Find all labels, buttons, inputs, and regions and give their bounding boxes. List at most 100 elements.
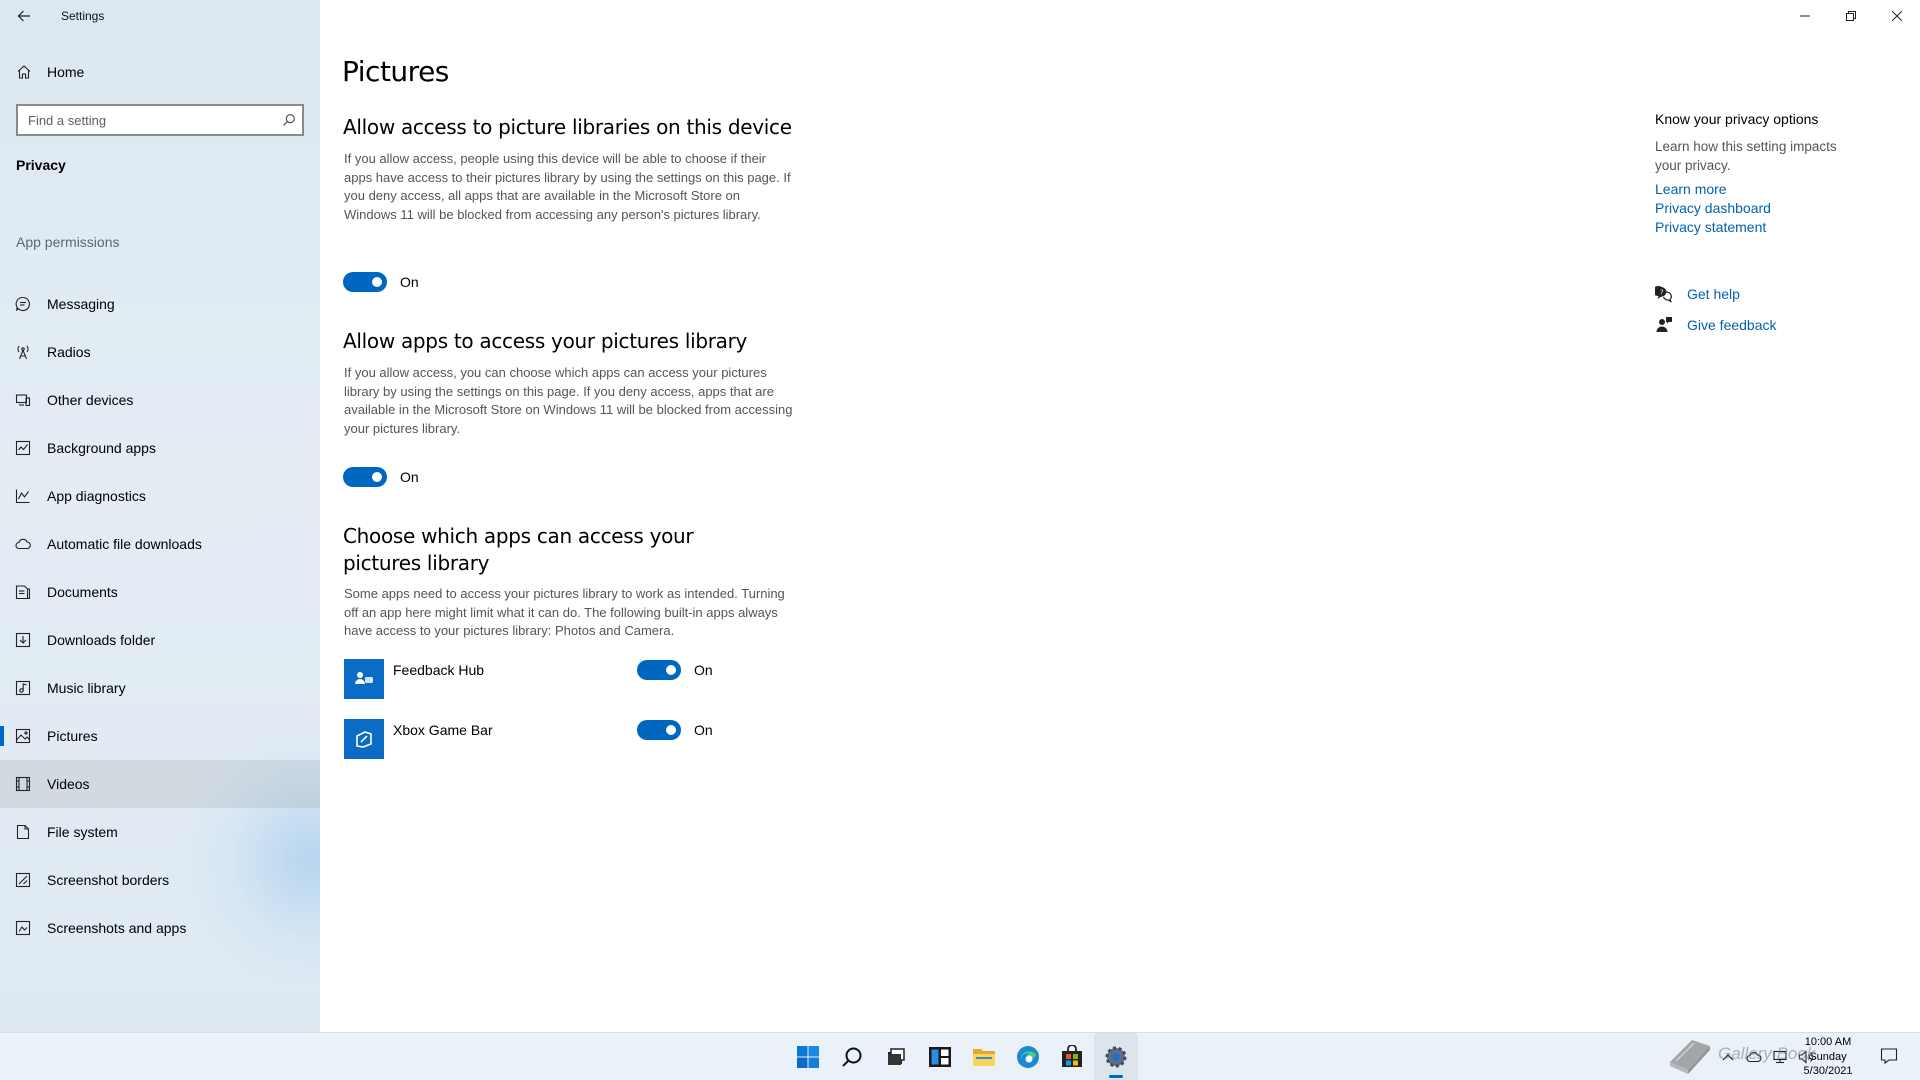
taskbar-apps (786, 1033, 1138, 1080)
home-icon (17, 65, 31, 79)
page-title: Pictures (342, 55, 449, 88)
feedback-hub-icon (355, 672, 373, 684)
sidebar-item-videos[interactable]: Videos (0, 760, 320, 808)
home-label: Home (47, 64, 85, 80)
sidebar-item-messaging[interactable]: Messaging (0, 280, 320, 328)
toggle-knob (666, 665, 676, 675)
back-arrow-icon (17, 10, 30, 22)
toggle-knob (666, 725, 676, 735)
task-view-icon (888, 1048, 905, 1065)
cloud-icon (1746, 1052, 1762, 1063)
onedrive-tray-button[interactable] (1746, 1049, 1762, 1065)
sidebar-item-music-library[interactable]: Music library (0, 664, 320, 712)
sidebar-item-label: Downloads folder (47, 632, 156, 648)
minimize-icon (1800, 15, 1810, 17)
network-tray-button[interactable] (1772, 1049, 1788, 1065)
screenshot-border-icon (15, 872, 31, 888)
section-heading-apps-access: Allow apps to access your pictures libra… (343, 329, 748, 353)
sidebar-item-automatic-file-downloads[interactable]: Automatic file downloads (0, 520, 320, 568)
sidebar-item-label: Videos (47, 776, 90, 792)
title-bar: Settings (0, 0, 1920, 32)
device-access-toggle[interactable] (343, 272, 387, 292)
taskbar-store-button[interactable] (1050, 1033, 1094, 1080)
sidebar-item-label: App diagnostics (47, 488, 146, 504)
window-controls (1782, 0, 1920, 32)
taskbar-task-view-button[interactable] (874, 1033, 918, 1080)
device-access-toggle-state: On (400, 274, 419, 290)
apps-access-toggle[interactable] (343, 467, 387, 487)
app-title: Settings (61, 9, 105, 23)
taskbar-widgets-button[interactable] (918, 1033, 962, 1080)
give-feedback-icon (1656, 317, 1672, 332)
feedback-hub-tile (344, 659, 384, 699)
widgets-icon (929, 1047, 951, 1067)
search-input[interactable] (28, 111, 268, 129)
group-label: App permissions (16, 234, 120, 250)
sidebar-item-screenshots-and-apps[interactable]: Screenshots and apps (0, 904, 320, 952)
search-icon (283, 114, 295, 126)
search-box[interactable] (16, 104, 304, 136)
sidebar-item-label: Documents (47, 584, 118, 600)
cloud-download-icon (15, 538, 31, 550)
close-icon (1892, 11, 1902, 21)
xbox-game-bar-tile (344, 719, 384, 759)
store-icon (1062, 1045, 1082, 1067)
sidebar-item-label: Automatic file downloads (47, 536, 202, 552)
taskbar-clock[interactable]: 10:00 AM Sunday 5/30/2021 (1796, 1035, 1860, 1079)
svg-text:?: ? (1660, 289, 1664, 297)
screenshot-apps-icon (15, 920, 31, 936)
get-help-icon: ? (1655, 286, 1672, 303)
taskbar-settings-button[interactable] (1094, 1033, 1138, 1080)
messaging-icon (15, 296, 30, 312)
sidebar-item-label: Pictures (47, 728, 98, 744)
sidebar-item-label: Messaging (47, 296, 115, 312)
taskbar-search-button[interactable] (830, 1033, 874, 1080)
sidebar-item-app-diagnostics[interactable]: App diagnostics (0, 472, 320, 520)
section-heading-choose-apps: Choose which apps can access your pictur… (343, 524, 694, 575)
clock-time: 10:00 AM (1804, 1036, 1852, 1048)
restore-button[interactable] (1828, 0, 1874, 32)
taskbar: 10:00 AM Sunday 5/30/2021 (0, 1032, 1920, 1080)
section-heading-device-access: Allow access to picture libraries on thi… (343, 115, 792, 139)
notification-center-button[interactable] (1880, 1047, 1900, 1067)
section-description-choose-apps: Some apps need to access your pictures l… (344, 586, 785, 638)
feedback-hub-toggle[interactable] (637, 660, 681, 680)
xbox-game-bar-toggle[interactable] (637, 720, 681, 740)
sidebar-item-screenshot-borders[interactable]: Screenshot borders (0, 856, 320, 904)
sidebar-item-background-apps[interactable]: Background apps (0, 424, 320, 472)
close-button[interactable] (1874, 0, 1920, 32)
taskbar-edge-button[interactable] (1006, 1033, 1050, 1080)
chevron-up-icon (1722, 1054, 1734, 1061)
file-explorer-icon (973, 1049, 995, 1066)
sidebar-item-label: Screenshot borders (47, 872, 170, 888)
back-button[interactable] (0, 0, 48, 32)
privacy-options-heading: Know your privacy options (1655, 111, 1819, 127)
minimize-button[interactable] (1782, 0, 1828, 32)
apps-access-toggle-state: On (400, 469, 419, 485)
document-icon (15, 585, 31, 600)
background-apps-icon (15, 440, 31, 456)
privacy-dashboard-link[interactable]: Privacy dashboard (1655, 200, 1771, 216)
sidebar-item-other-devices[interactable]: Other devices (0, 376, 320, 424)
taskbar-start-button[interactable] (786, 1033, 830, 1080)
sidebar-item-label: Radios (47, 344, 91, 360)
show-hidden-icons-button[interactable] (1720, 1049, 1736, 1065)
sidebar-item-downloads-folder[interactable]: Downloads folder (0, 616, 320, 664)
notification-icon (1880, 1048, 1898, 1065)
sidebar-item-label: Background apps (47, 440, 156, 456)
clock-day: Sunday (1809, 1050, 1847, 1063)
network-icon (1773, 1050, 1787, 1064)
sidebar-item-radios[interactable]: Radios (0, 328, 320, 376)
sidebar-item-documents[interactable]: Documents (0, 568, 320, 616)
sidebar-item-label: Music library (47, 680, 126, 696)
sidebar-item-home[interactable]: Home (0, 56, 320, 88)
search-icon (842, 1047, 862, 1067)
sidebar-item-pictures[interactable]: Pictures (0, 712, 320, 760)
sidebar-item-file-system[interactable]: File system (0, 808, 320, 856)
sidebar-item-label: Other devices (47, 392, 134, 408)
learn-more-link[interactable]: Learn more (1655, 181, 1727, 197)
taskbar-file-explorer-button[interactable] (962, 1033, 1006, 1080)
nav-list: Messaging Radios Other devices Backgroun… (0, 280, 320, 952)
privacy-statement-link[interactable]: Privacy statement (1655, 219, 1766, 235)
feedback-hub-toggle-state: On (694, 662, 713, 678)
